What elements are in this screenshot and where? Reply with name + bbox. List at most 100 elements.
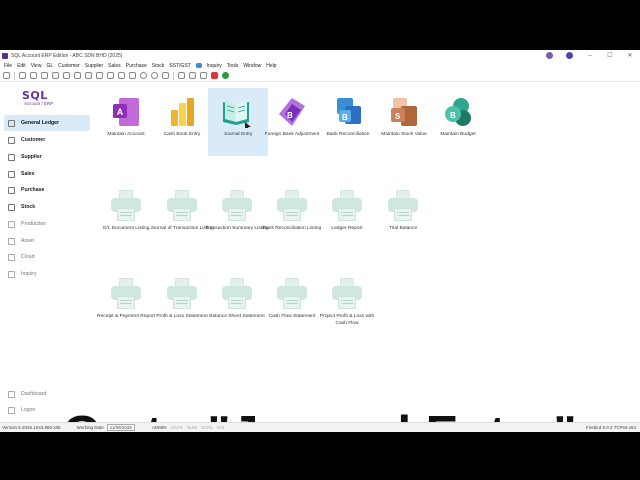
home-icon[interactable] [3, 72, 10, 79]
module-maintain-account[interactable]: A Maintain Account [96, 88, 156, 156]
menu-tools[interactable]: Tools [227, 63, 239, 69]
printer-icon [111, 190, 141, 222]
sidebar-item-label: Customer [21, 137, 46, 143]
sidebar-item-label: General Ledger [21, 120, 60, 126]
menu-gl[interactable]: GL [46, 63, 53, 69]
sidebar-item-customer[interactable]: Customer [4, 132, 90, 148]
journal-book-icon [223, 101, 251, 128]
sidebar: SQL Account / ERP General Ledger Custome… [0, 83, 92, 423]
report-transaction-summary-listing[interactable]: Transaction Summary Listing [205, 182, 269, 250]
sidebar-item-supplier[interactable]: Supplier [4, 149, 90, 165]
find-icon[interactable] [151, 72, 158, 79]
help-icon[interactable] [566, 52, 573, 59]
youtube-icon[interactable] [211, 72, 218, 79]
report-cash-flow-statement[interactable]: Cash Flow Statement [262, 270, 322, 338]
module-bank-reconciliation[interactable]: B Bank Reconciliation [318, 88, 378, 156]
module-journal-entry[interactable]: Journal Entry [208, 88, 268, 156]
sidebar-item-purchase[interactable]: Purchase [4, 182, 90, 198]
module-label: Cash Book Entry [163, 132, 201, 137]
printer-icon [277, 190, 307, 222]
report-label: Receipt & Payment Report [97, 314, 155, 319]
user-icon[interactable] [546, 52, 553, 59]
menu-window[interactable]: Window [243, 63, 261, 69]
report-label: Ledger Report [331, 226, 363, 231]
module-label: Maintain Account [107, 132, 145, 137]
module-maintain-stock-value[interactable]: S Maintain Stock Value [374, 88, 434, 156]
sidebar-item-label: Asset [21, 238, 34, 244]
module-foreign-bank-adjustment[interactable]: B Foreign Bank Adjustment [262, 88, 322, 156]
report-trial-balance[interactable]: Trial Balance [373, 182, 433, 250]
menu-sst-gst[interactable]: SST/GST [169, 63, 190, 69]
print-icon[interactable] [178, 72, 185, 79]
report-journal-of-transaction-listing[interactable]: Journal of Transaction Listing [150, 182, 214, 250]
module-maintain-budget[interactable]: B Maintain Budget [428, 88, 488, 156]
num-indicator: NUM [186, 425, 197, 430]
report-gl-document-listing[interactable]: G/L Document Listing [96, 182, 156, 250]
logo: SQL Account / ERP [22, 89, 72, 111]
cloud-icon [195, 63, 202, 68]
module-cash-book-entry[interactable]: Cash Book Entry [152, 88, 212, 156]
svg-text:B: B [287, 111, 293, 120]
ledger-icon [8, 119, 15, 127]
report-project-profit-loss[interactable]: Project Profit & Loss with Cash Flow [317, 270, 377, 338]
report-receipt-payment[interactable]: Receipt & Payment Report [96, 270, 156, 338]
printer-icon [332, 190, 362, 222]
report-label: G/L Document Listing [102, 226, 150, 231]
printer-icon [332, 278, 362, 310]
svg-text:A: A [117, 107, 124, 117]
preview-icon[interactable] [162, 72, 169, 79]
sidebar-item-label: Inquiry [21, 271, 37, 277]
module-label: Foreign Bank Adjustment [264, 132, 320, 137]
save-icon[interactable] [41, 72, 48, 79]
maximize-icon[interactable]: ☐ [600, 52, 620, 59]
close-icon[interactable]: ✕ [620, 52, 640, 59]
prev-icon[interactable] [107, 72, 114, 79]
menu-file[interactable]: File [4, 63, 12, 69]
sidebar-item-general-ledger[interactable]: General Ledger [4, 115, 90, 131]
menu-stock[interactable]: Stock [152, 63, 165, 69]
next-icon[interactable] [118, 72, 125, 79]
sidebar-item-label: Purchase [21, 187, 45, 193]
open-icon[interactable] [30, 72, 37, 79]
report-bank-reconciliation-listing[interactable]: Bank Reconciliation Listing [262, 182, 322, 250]
menu-purchase[interactable]: Purchase [126, 63, 147, 69]
sidebar-item-production[interactable]: Production [4, 216, 90, 232]
maintain-account-icon: A [113, 98, 139, 126]
menu-supplier[interactable]: Supplier [85, 63, 103, 69]
report-ledger-report[interactable]: Ledger Report [317, 182, 377, 250]
sidebar-item-asset[interactable]: Asset [4, 233, 90, 249]
new-icon[interactable] [19, 72, 26, 79]
working-date-field[interactable]: 11/09/2025 [106, 424, 135, 431]
printer-icon [222, 278, 252, 310]
sidebar-item-sales[interactable]: Sales [4, 166, 90, 182]
search-icon[interactable] [140, 72, 147, 79]
menu-customer[interactable]: Customer [58, 63, 80, 69]
edit-icon[interactable] [52, 72, 59, 79]
refresh-icon[interactable] [85, 72, 92, 79]
printer-icon [167, 278, 197, 310]
sidebar-item-label: Dashboard [21, 391, 47, 397]
mail-icon[interactable] [200, 72, 207, 79]
menu-edit[interactable]: Edit [17, 63, 26, 69]
delete-icon[interactable] [63, 72, 70, 79]
menu-help[interactable]: Help [266, 63, 276, 69]
last-icon[interactable] [129, 72, 136, 79]
sidebar-item-cloud[interactable]: Cloud [4, 249, 90, 265]
menu-view[interactable]: View [31, 63, 42, 69]
cancel-icon[interactable] [74, 72, 81, 79]
foreign-bank-icon: B [279, 98, 305, 126]
caps-indicator: CAPS [170, 425, 183, 430]
sidebar-item-stock[interactable]: Stock [4, 199, 90, 215]
menu-sales[interactable]: Sales [108, 63, 121, 69]
menu-inquiry[interactable]: Inquiry [207, 63, 222, 69]
report-profit-loss-statement[interactable]: Profit & Loss Statement [152, 270, 212, 338]
first-icon[interactable] [96, 72, 103, 79]
sidebar-item-inquiry[interactable]: Inquiry [4, 266, 90, 282]
sidebar-item-dashboard[interactable]: Dashboard [4, 386, 90, 402]
whatsapp-icon[interactable] [222, 72, 229, 79]
customer-icon [8, 136, 15, 144]
minimize-icon[interactable]: – [580, 53, 600, 59]
working-date-label: Working Date [76, 425, 104, 430]
report-balance-sheet-statement[interactable]: Balance Sheet Statement [207, 270, 267, 338]
export-icon[interactable] [189, 72, 196, 79]
